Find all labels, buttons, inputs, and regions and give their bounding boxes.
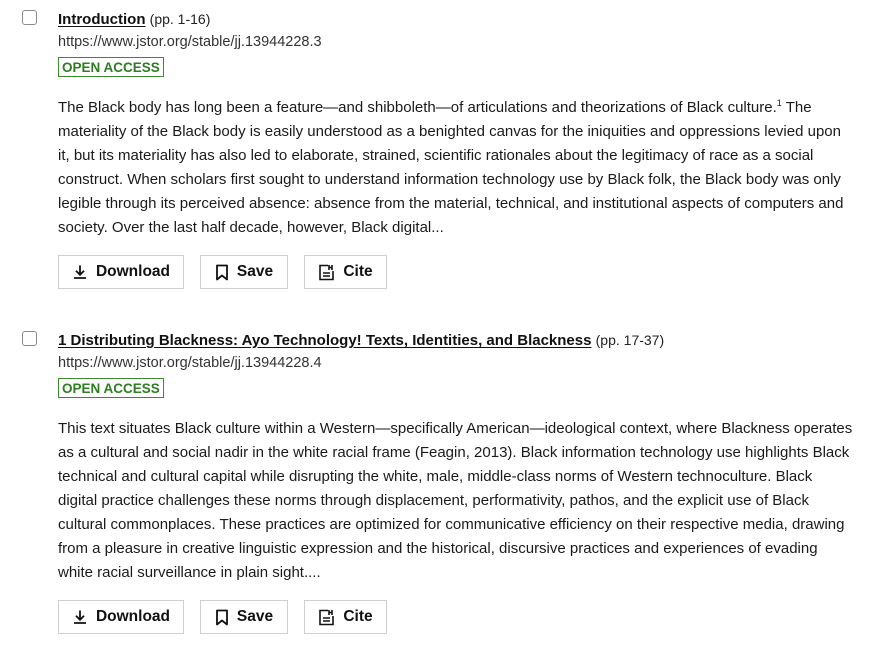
download-label: Download [95, 608, 171, 625]
result-abstract: This text situates Black culture within … [58, 420, 853, 581]
cite-icon [318, 609, 335, 626]
select-checkbox[interactable] [22, 331, 37, 346]
result-title-line: Introduction (pp. 1-16) [58, 10, 210, 29]
cite-button[interactable]: Cite [304, 600, 387, 634]
page-range: (pp. 17-37) [595, 332, 665, 348]
download-icon [72, 264, 88, 280]
bookmark-icon [215, 264, 229, 281]
save-button[interactable]: Save [200, 255, 288, 289]
save-button[interactable]: Save [200, 600, 288, 634]
result-title-link[interactable]: Introduction [58, 11, 145, 28]
download-label: Download [95, 263, 171, 280]
download-button[interactable]: Download [58, 600, 184, 634]
result-title-line: 1 Distributing Blackness: Ayo Technology… [58, 331, 664, 350]
result-abstract: The Black body has long been a feature—a… [58, 98, 844, 237]
bookmark-icon [215, 609, 229, 626]
open-access-badge: OPEN ACCESS [58, 378, 164, 398]
save-label: Save [236, 608, 274, 625]
select-checkbox[interactable] [22, 10, 37, 25]
stable-url: https://www.jstor.org/stable/jj.13944228… [58, 355, 322, 371]
download-button[interactable]: Download [58, 255, 184, 289]
cite-button[interactable]: Cite [304, 255, 387, 289]
open-access-badge: OPEN ACCESS [58, 57, 164, 77]
cite-icon [318, 264, 335, 281]
stable-url: https://www.jstor.org/stable/jj.13944228… [58, 34, 322, 50]
save-label: Save [236, 263, 274, 280]
result-title-link[interactable]: 1 Distributing Blackness: Ayo Technology… [58, 332, 591, 349]
page-range: (pp. 1-16) [149, 11, 211, 27]
cite-label: Cite [343, 263, 373, 280]
cite-label: Cite [343, 608, 373, 625]
download-icon [72, 609, 88, 625]
